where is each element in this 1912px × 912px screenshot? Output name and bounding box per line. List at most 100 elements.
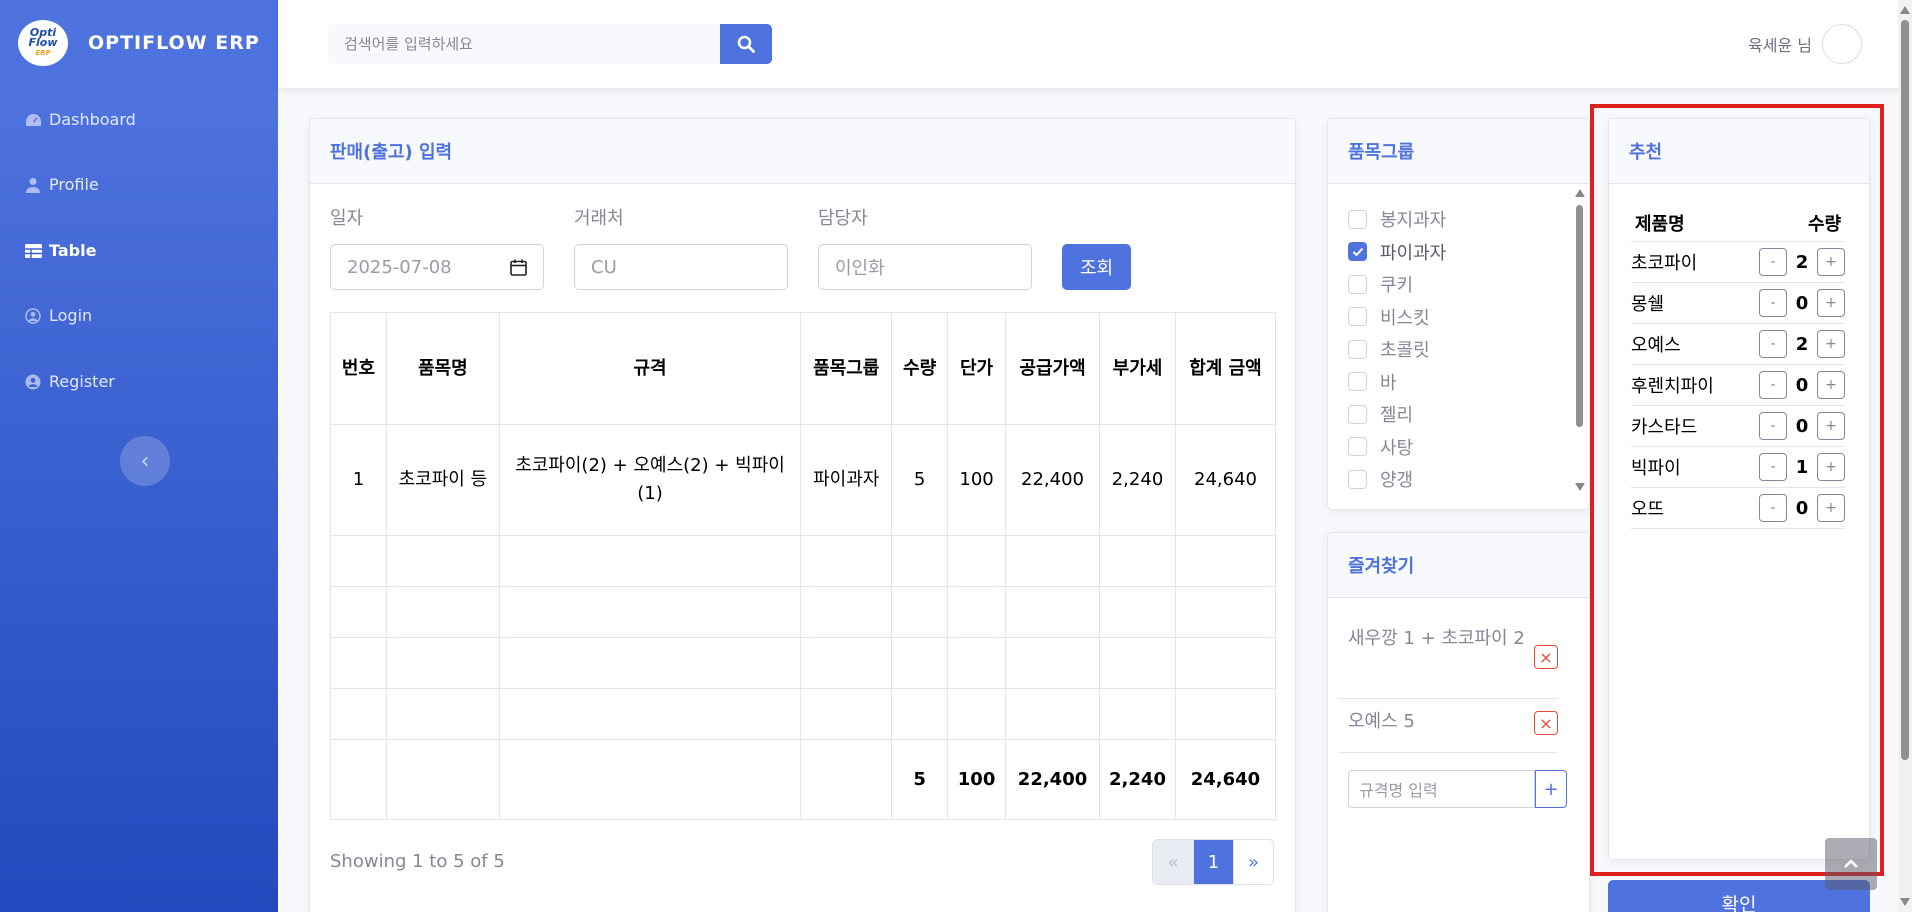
table-icon <box>24 242 42 260</box>
col-header: 수량 <box>891 312 949 425</box>
search-input[interactable] <box>328 24 720 64</box>
table-cell: 22,400 <box>1005 424 1101 536</box>
increment-button[interactable]: + <box>1817 412 1845 440</box>
avatar <box>1822 24 1862 64</box>
checkbox-label: 비스킷 <box>1380 307 1430 329</box>
user-menu[interactable]: 육세윤 님 <box>1748 24 1862 64</box>
page-scrollbar[interactable] <box>1898 0 1912 912</box>
increment-button[interactable]: + <box>1817 371 1845 399</box>
calendar-icon <box>510 259 527 276</box>
col-header: 단가 <box>947 312 1007 425</box>
item-group-scrollbar[interactable] <box>1574 189 1586 493</box>
decrement-button[interactable]: - <box>1759 248 1787 276</box>
increment-button[interactable]: + <box>1817 453 1845 481</box>
checkbox[interactable] <box>1348 242 1367 262</box>
sales-input-card: 판매(출고) 입력 일자 2025-07-08 거래처 CU 담당자 이인화 조… <box>309 118 1296 912</box>
col-header: 품목그룹 <box>800 312 893 425</box>
checkbox[interactable] <box>1348 404 1367 424</box>
table-cell: 초코파이 등 <box>385 424 500 536</box>
total-cell <box>385 739 500 820</box>
item-group-card: 품목그룹 봉지과자 파이과자 쿠키 비스킷 초콜릿 바 젤리 사탕 양갱 <box>1327 118 1590 510</box>
recommend-row: 몽쉘 -0 + <box>1631 283 1845 324</box>
increment-button[interactable]: + <box>1817 248 1845 276</box>
col-header: 공급가액 <box>1005 312 1101 425</box>
brand[interactable]: Opti Flow ERP OPTIFLOW ERP <box>18 20 260 66</box>
pagination-page-1[interactable]: 1 <box>1193 840 1233 884</box>
sidebar-item-login[interactable]: Login <box>24 306 92 325</box>
checkbox-label: 쿠키 <box>1380 275 1414 297</box>
sidebar-item-table[interactable]: Table <box>24 241 96 260</box>
checkbox[interactable] <box>1348 274 1367 294</box>
page-scroll-thumb[interactable] <box>1901 20 1909 760</box>
sidebar-item-profile[interactable]: Profile <box>24 175 99 194</box>
scroll-up-arrow[interactable] <box>1575 189 1585 197</box>
page-scroll-up-arrow[interactable] <box>1900 6 1910 14</box>
tachometer-icon <box>24 111 42 129</box>
client-label: 거래처 <box>574 208 624 229</box>
total-cell <box>800 739 893 820</box>
favorite-item-text[interactable]: 새우깡 1 + 초코파이 2 <box>1348 625 1528 653</box>
checkbox[interactable] <box>1348 437 1367 457</box>
decrement-button[interactable]: - <box>1759 330 1787 358</box>
increment-button[interactable]: + <box>1817 289 1845 317</box>
pagination-next[interactable]: » <box>1233 840 1273 884</box>
total-cell: 22,400 <box>1005 739 1101 820</box>
remove-favorite-button[interactable]: × <box>1534 711 1558 735</box>
checkbox[interactable] <box>1348 469 1367 489</box>
checkbox[interactable] <box>1348 209 1367 229</box>
checkbox-item[interactable]: 비스킷 <box>1348 301 1446 334</box>
table-info: Showing 1 to 5 of 5 <box>330 851 505 872</box>
user-circle-icon <box>24 307 42 325</box>
sidebar-toggle-button[interactable]: ‹ <box>120 436 170 486</box>
product-name: 오예스 <box>1631 335 1681 356</box>
checkbox-item[interactable]: 바 <box>1348 366 1446 399</box>
check-icon <box>1352 247 1363 257</box>
checkbox-item[interactable]: 양갱 <box>1348 463 1446 496</box>
checkbox-item[interactable]: 사탕 <box>1348 431 1446 464</box>
scroll-to-top-button[interactable] <box>1825 838 1877 890</box>
col-header: 품목명 <box>385 312 500 425</box>
manager-input[interactable]: 이인화 <box>818 244 1032 290</box>
decrement-button[interactable]: - <box>1759 412 1787 440</box>
scroll-down-arrow[interactable] <box>1575 483 1585 491</box>
checkbox[interactable] <box>1348 372 1367 392</box>
client-input[interactable]: CU <box>574 244 788 290</box>
pagination-prev[interactable]: « <box>1153 840 1193 884</box>
spec-name-input[interactable]: 규격명 입력 <box>1348 770 1535 808</box>
total-cell: 24,640 <box>1174 739 1277 820</box>
recommend-row: 오뜨 -0 + <box>1631 488 1845 529</box>
decrement-button[interactable]: - <box>1759 453 1787 481</box>
checkbox[interactable] <box>1348 307 1367 327</box>
total-cell: 5 <box>891 739 949 820</box>
increment-button[interactable]: + <box>1817 330 1845 358</box>
add-favorite-button[interactable]: + <box>1535 770 1567 808</box>
scroll-thumb[interactable] <box>1576 205 1583 427</box>
date-field[interactable]: 2025-07-08 <box>330 244 544 290</box>
product-name: 후렌치파이 <box>1631 376 1714 397</box>
checkbox-item[interactable]: 초콜릿 <box>1348 333 1446 366</box>
manager-label: 담당자 <box>818 208 868 229</box>
sidebar-item-dashboard[interactable]: Dashboard <box>24 110 136 129</box>
checkbox-item[interactable]: 봉지과자 <box>1348 203 1446 236</box>
decrement-button[interactable]: - <box>1759 289 1787 317</box>
checkbox-item[interactable]: 젤리 <box>1348 398 1446 431</box>
sidebar-item-label: Profile <box>49 175 99 194</box>
search-query-button[interactable]: 조회 <box>1062 244 1131 290</box>
increment-button[interactable]: + <box>1817 494 1845 522</box>
checkbox-label: 초콜릿 <box>1380 340 1430 362</box>
checkbox-item[interactable]: 파이과자 <box>1348 236 1446 269</box>
table-cell: 1 <box>330 424 387 536</box>
quantity-value: 0 <box>1795 415 1809 437</box>
table-cell: 초코파이(2) + 오예스(2) + 빅파이(1) <box>498 424 802 536</box>
decrement-button[interactable]: - <box>1759 494 1787 522</box>
checkbox[interactable] <box>1348 339 1367 359</box>
page-scroll-down-arrow[interactable] <box>1900 898 1910 906</box>
search-button[interactable] <box>720 24 772 64</box>
user-circle-fill-icon <box>24 373 42 391</box>
sidebar-item-register[interactable]: Register <box>24 372 115 391</box>
table-cell: 5 <box>891 424 949 536</box>
checkbox-item[interactable]: 쿠키 <box>1348 268 1446 301</box>
table-row[interactable]: 1 초코파이 등 초코파이(2) + 오예스(2) + 빅파이(1) 파이과자 … <box>330 424 1277 536</box>
remove-favorite-button[interactable]: × <box>1534 645 1558 669</box>
decrement-button[interactable]: - <box>1759 371 1787 399</box>
